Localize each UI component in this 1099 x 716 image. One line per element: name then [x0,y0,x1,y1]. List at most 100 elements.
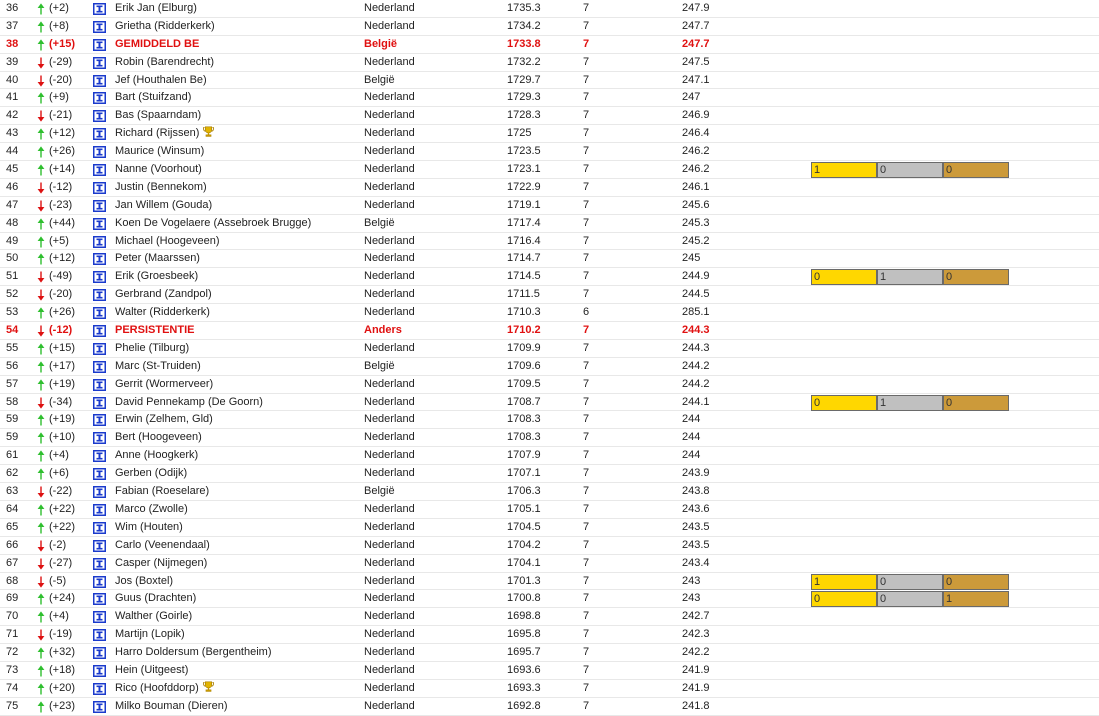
player-name[interactable]: Hein (Uitgeest) [115,664,188,676]
player-profile-icon[interactable] [93,360,106,373]
player-name-link[interactable]: Milko Bouman (Dieren) [115,698,227,715]
player-profile-icon[interactable] [93,235,106,248]
player-profile-icon[interactable] [93,647,106,660]
player-profile-icon[interactable] [93,92,106,105]
player-profile-icon[interactable] [93,110,106,123]
player-name[interactable]: GEMIDDELD BE [115,38,199,50]
player-name-link[interactable]: Erwin (Zelhem, Gld) [115,411,213,428]
player-profile-icon[interactable] [93,217,106,230]
player-profile-icon[interactable] [93,521,106,534]
player-name[interactable]: Walter (Ridderkerk) [115,306,210,318]
player-name-link[interactable]: Casper (Nijmegen) [115,555,207,572]
player-profile-icon[interactable] [93,432,106,445]
player-profile-icon[interactable] [93,164,106,177]
player-profile-icon[interactable] [93,307,106,320]
player-name-link[interactable]: Peter (Maarssen) [115,250,200,267]
player-profile-icon[interactable] [93,593,106,606]
player-name-link[interactable]: Justin (Bennekom) [115,179,207,196]
player-name-link[interactable]: Maurice (Winsum) [115,143,204,160]
player-profile-icon[interactable] [93,378,106,391]
player-name[interactable]: Erik Jan (Elburg) [115,2,197,14]
player-name[interactable]: Gerrit (Wormerveer) [115,378,213,390]
player-name[interactable]: Wim (Houten) [115,521,183,533]
player-name-link[interactable]: Grietha (Ridderkerk) [115,18,215,35]
player-name[interactable]: Harro Doldersum (Bergentheim) [115,646,272,658]
player-name[interactable]: Bart (Stuifzand) [115,91,191,103]
player-name[interactable]: Bert (Hoogeveen) [115,431,202,443]
player-name[interactable]: PERSISTENTIE [115,324,194,336]
player-name-link[interactable]: Gerben (Odijk) [115,465,187,482]
player-profile-icon[interactable] [93,468,106,481]
player-profile-icon[interactable] [93,146,106,159]
player-name[interactable]: Anne (Hoogkerk) [115,449,198,461]
player-name[interactable]: Milko Bouman (Dieren) [115,700,227,712]
player-name-link[interactable]: Erik (Groesbeek) [115,268,198,285]
player-profile-icon[interactable] [93,700,106,713]
player-name-link[interactable]: David Pennekamp (De Goorn) [115,394,263,411]
player-name-link[interactable]: Bart (Stuifzand) [115,89,191,106]
player-profile-icon[interactable] [93,342,106,355]
player-name-link[interactable]: Phelie (Tilburg) [115,340,189,357]
player-name-link[interactable]: Rico (Hoofddorp) [115,680,214,697]
player-profile-icon[interactable] [93,56,106,69]
player-profile-icon[interactable] [93,450,106,463]
player-name-link[interactable]: Wim (Houten) [115,519,183,536]
player-name[interactable]: Marc (St-Truiden) [115,360,201,372]
player-profile-icon[interactable] [93,486,106,499]
player-profile-icon[interactable] [93,682,106,695]
player-profile-icon[interactable] [93,38,106,51]
player-profile-icon[interactable] [93,74,106,87]
player-profile-icon[interactable] [93,20,106,33]
player-name-link[interactable]: GEMIDDELD BE [115,36,199,53]
player-name-link[interactable]: Richard (Rijssen) [115,125,215,142]
player-name[interactable]: Maurice (Winsum) [115,145,204,157]
player-name[interactable]: Jos (Boxtel) [115,575,173,587]
player-profile-icon[interactable] [93,414,106,427]
player-profile-icon[interactable] [93,539,106,552]
player-name-link[interactable]: Gerbrand (Zandpol) [115,286,212,303]
player-name[interactable]: Walther (Goirle) [115,610,192,622]
player-name-link[interactable]: Bert (Hoogeveen) [115,429,202,446]
player-profile-icon[interactable] [93,271,106,284]
player-name[interactable]: Erik (Groesbeek) [115,270,198,282]
player-name[interactable]: Jef (Houthalen Be) [115,74,207,86]
player-name-link[interactable]: Walther (Goirle) [115,608,192,625]
player-name-link[interactable]: Robin (Barendrecht) [115,54,214,71]
player-name[interactable]: Guus (Drachten) [115,592,196,604]
player-name[interactable]: Gerbrand (Zandpol) [115,288,212,300]
player-name-link[interactable]: PERSISTENTIE [115,322,194,339]
player-name[interactable]: Erwin (Zelhem, Gld) [115,413,213,425]
player-profile-icon[interactable] [93,199,106,212]
player-name-link[interactable]: Guus (Drachten) [115,590,196,607]
player-name-link[interactable]: Carlo (Veenendaal) [115,537,210,554]
player-name[interactable]: Marco (Zwolle) [115,503,188,515]
player-name-link[interactable]: Jos (Boxtel) [115,573,173,590]
player-name[interactable]: Justin (Bennekom) [115,181,207,193]
player-name[interactable]: Bas (Spaarndam) [115,109,201,121]
player-name-link[interactable]: Hein (Uitgeest) [115,662,188,679]
player-profile-icon[interactable] [93,664,106,677]
player-name[interactable]: Fabian (Roeselare) [115,485,209,497]
player-name[interactable]: Casper (Nijmegen) [115,557,207,569]
player-name-link[interactable]: Michael (Hoogeveen) [115,233,220,250]
player-profile-icon[interactable] [93,503,106,516]
player-profile-icon[interactable] [93,3,106,15]
player-name[interactable]: Nanne (Voorhout) [115,163,202,175]
player-name-link[interactable]: Anne (Hoogkerk) [115,447,198,464]
player-name-link[interactable]: Koen De Vogelaere (Assebroek Brugge) [115,215,311,232]
player-name-link[interactable]: Marco (Zwolle) [115,501,188,518]
player-name[interactable]: Robin (Barendrecht) [115,56,214,68]
player-name-link[interactable]: Fabian (Roeselare) [115,483,209,500]
player-name[interactable]: Rico (Hoofddorp) [115,682,199,694]
player-name-link[interactable]: Marc (St-Truiden) [115,358,201,375]
player-name-link[interactable]: Nanne (Voorhout) [115,161,202,178]
player-name-link[interactable]: Martijn (Lopik) [115,626,185,643]
player-name[interactable]: Grietha (Ridderkerk) [115,20,215,32]
player-name[interactable]: Jan Willem (Gouda) [115,199,212,211]
player-profile-icon[interactable] [93,557,106,570]
player-name[interactable]: David Pennekamp (De Goorn) [115,396,263,408]
player-profile-icon[interactable] [93,253,106,266]
player-name[interactable]: Michael (Hoogeveen) [115,235,220,247]
player-profile-icon[interactable] [93,575,106,588]
player-name[interactable]: Phelie (Tilburg) [115,342,189,354]
